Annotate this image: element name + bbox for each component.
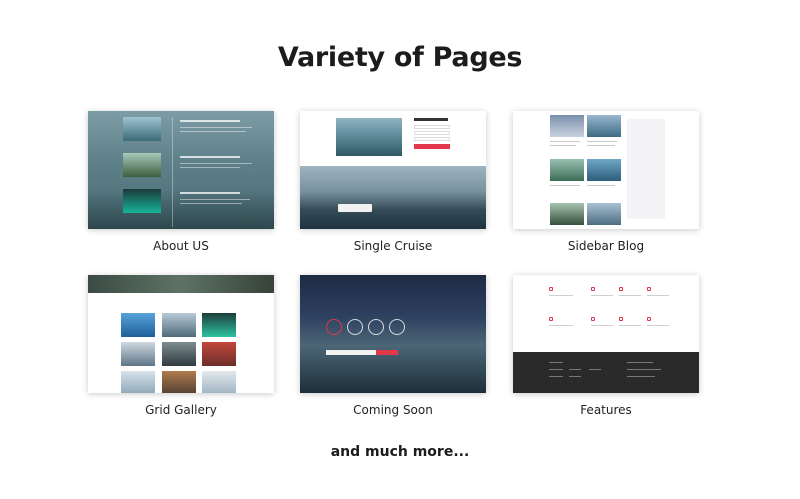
coming-soon-thumbnail[interactable]: [300, 275, 486, 393]
features-caption[interactable]: Features: [513, 403, 699, 417]
page-card-sidebar-blog[interactable]: Sidebar Blog: [513, 111, 699, 253]
sidebar-blog-caption[interactable]: Sidebar Blog: [513, 239, 699, 253]
grid-gallery-thumbnail[interactable]: [88, 275, 274, 393]
coming-soon-caption[interactable]: Coming Soon: [300, 403, 486, 417]
more-text: and much more...: [330, 444, 470, 460]
page-title: Variety of Pages: [277, 42, 523, 73]
about-us-thumbnail[interactable]: [88, 111, 274, 229]
sidebar-blog-thumbnail[interactable]: [513, 111, 699, 229]
features-thumbnail[interactable]: [513, 275, 699, 393]
single-cruise-caption[interactable]: Single Cruise: [300, 239, 486, 253]
grid-gallery-caption[interactable]: Grid Gallery: [88, 403, 274, 417]
single-cruise-thumbnail[interactable]: [300, 111, 486, 229]
page-card-about-us[interactable]: About US: [88, 111, 274, 253]
page-card-single-cruise[interactable]: Single Cruise: [300, 111, 486, 253]
page-card-coming-soon[interactable]: Coming Soon: [300, 275, 486, 417]
page-card-grid-gallery[interactable]: Grid Gallery: [88, 275, 274, 417]
about-us-caption[interactable]: About US: [88, 239, 274, 253]
page-card-features[interactable]: Features: [513, 275, 699, 417]
